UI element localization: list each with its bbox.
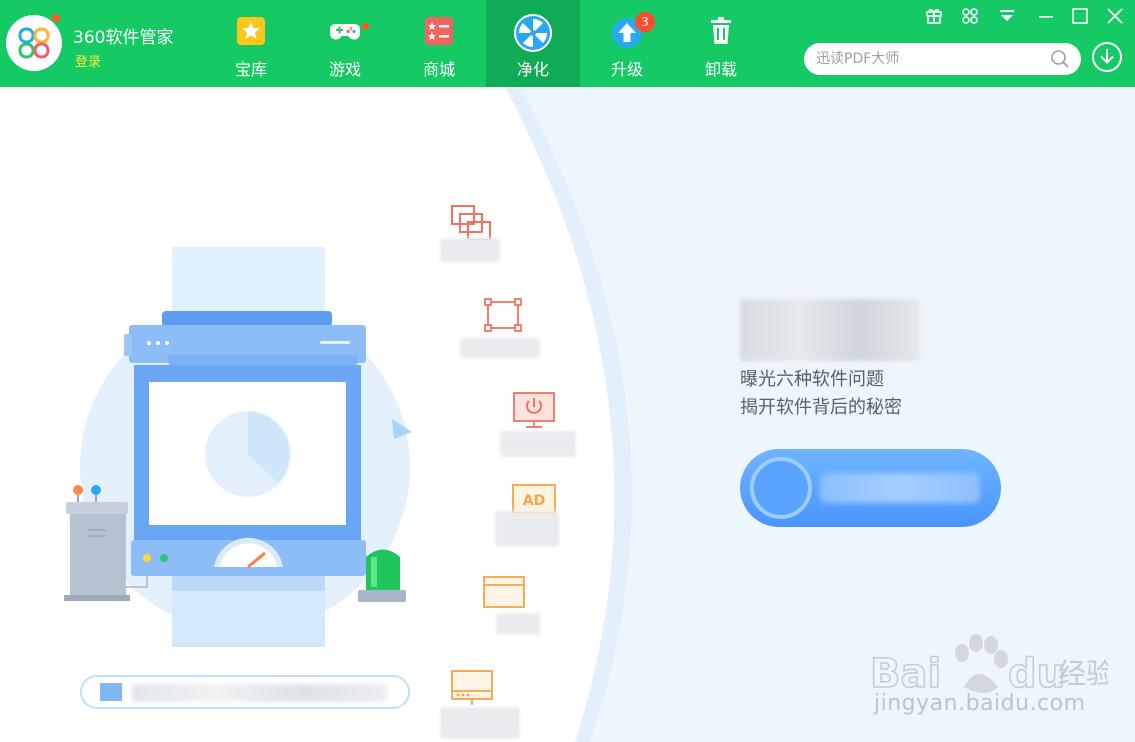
gift-button[interactable]: [923, 5, 945, 27]
shop-icon: [425, 17, 453, 45]
star-icon: [237, 17, 265, 45]
bottom-info-bar[interactable]: [80, 675, 410, 709]
tab-purify[interactable]: 净化: [486, 0, 580, 87]
svg-text:AD: AD: [523, 493, 545, 509]
baidu-watermark: Bai du 经验: [869, 634, 1108, 698]
scan-ring-icon: [750, 457, 812, 519]
watermark-url: jingyan.baidu.com: [874, 691, 1086, 716]
info-text-blurred: [132, 684, 387, 702]
app-logo: [6, 15, 62, 71]
svg-text:经验: 经验: [1058, 657, 1108, 690]
minimize-button[interactable]: [1035, 5, 1057, 27]
feature-tray[interactable]: [440, 667, 530, 739]
tab-label: 卸载: [704, 60, 737, 79]
tab-games[interactable]: 游戏: [298, 0, 392, 87]
feature-bundled-install[interactable]: [440, 200, 530, 272]
purify-panel: AD 曝光六种软件问题 揭开软件背后的秘密 Bai du 经验 jingyan.…: [0, 87, 1135, 742]
skin-button[interactable]: [959, 5, 981, 27]
search-box: [804, 43, 1081, 75]
search-icon[interactable]: [1050, 49, 1070, 69]
description-line-1: 曝光六种软件问题: [740, 369, 884, 390]
tab-label: 宝库: [234, 60, 267, 79]
feature-label: [460, 338, 540, 358]
info-icon: [100, 683, 122, 701]
clover-settings-icon: [962, 8, 978, 24]
feature-label: [496, 613, 540, 635]
feature-label: [440, 238, 500, 262]
feature-label: [500, 431, 576, 457]
download-manager-button[interactable]: [1091, 41, 1123, 73]
feature-label: [440, 707, 520, 739]
feature-popup[interactable]: [460, 294, 550, 366]
feature-boot-speed[interactable]: [476, 573, 566, 645]
notification-dot: [362, 23, 369, 30]
feature-label: [495, 511, 559, 547]
clover-logo-icon: [18, 27, 50, 59]
maximize-icon: [1072, 8, 1088, 24]
update-count-badge: 3: [635, 12, 655, 32]
start-scan-button[interactable]: [740, 449, 1001, 527]
tab-mall[interactable]: 商城: [392, 0, 486, 87]
feature-ads[interactable]: AD: [495, 481, 593, 553]
selection-frame-icon: [484, 298, 522, 332]
tab-uninstall[interactable]: 卸载: [674, 0, 768, 87]
gift-icon: [926, 9, 942, 24]
search-input[interactable]: [816, 48, 1041, 70]
description-line-2: 揭开软件背后的秘密: [740, 397, 902, 418]
gamepad-icon: [330, 24, 360, 40]
close-icon: [1107, 8, 1123, 24]
menu-dropdown-icon: [1000, 10, 1014, 21]
power-monitor-icon: [513, 392, 555, 428]
minimize-icon: [1039, 16, 1053, 18]
close-button[interactable]: [1104, 5, 1126, 27]
feature-autostart[interactable]: [500, 389, 590, 461]
tab-label: 游戏: [328, 60, 361, 79]
tab-label: 净化: [516, 60, 549, 79]
tab-label: 升级: [610, 60, 643, 79]
trash-icon: [711, 17, 731, 44]
maximize-button[interactable]: [1069, 5, 1091, 27]
headline-blurred: [740, 299, 920, 361]
button-label-blurred: [820, 473, 980, 503]
purify-fan-icon: [514, 14, 552, 52]
tab-treasury[interactable]: 宝库: [204, 0, 298, 87]
notification-dot: [52, 14, 60, 22]
tab-upgrade[interactable]: 3 升级: [580, 0, 674, 87]
top-bar: 360软件管家 登录 宝库 游戏 商城 净化 3 升级 卸载 迅读PDF大师: [0, 0, 1135, 87]
login-link[interactable]: 登录: [75, 51, 101, 70]
tab-label: 商城: [422, 60, 455, 79]
app-title: 360软件管家: [73, 28, 174, 48]
menu-button[interactable]: [996, 5, 1018, 27]
